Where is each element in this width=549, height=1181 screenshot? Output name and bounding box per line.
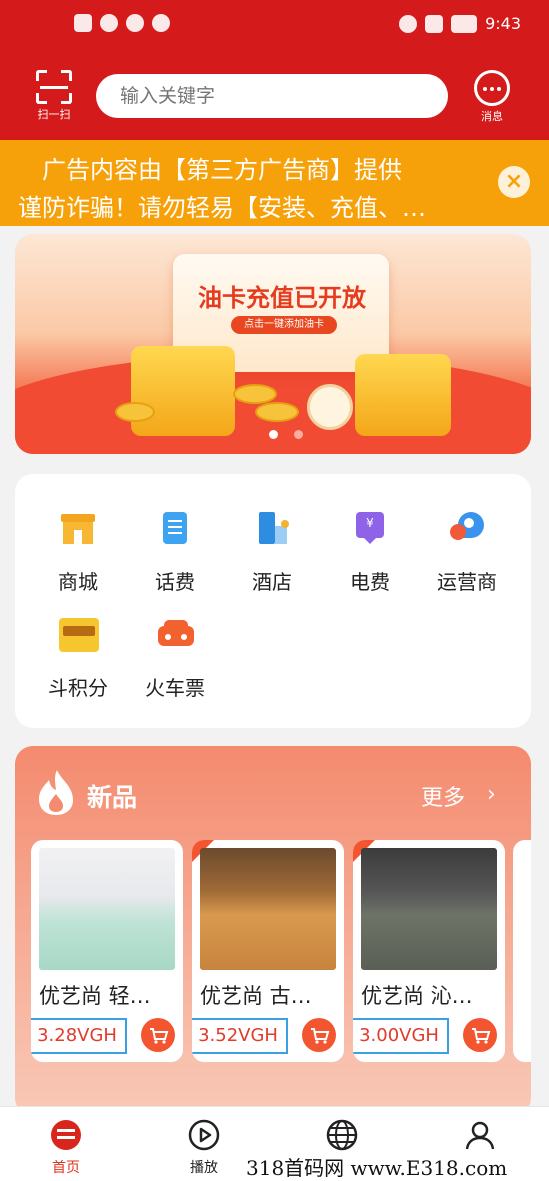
- close-icon[interactable]: ×: [498, 166, 530, 198]
- home-logo-icon: [50, 1119, 82, 1151]
- product-price: 3.00VGH: [353, 1018, 449, 1054]
- scan-icon: [36, 70, 72, 104]
- ad-notice-banner: 广告内容由【第三方广告商】提供 谨防诈骗！请勿轻易【安装、充值、… ×: [0, 140, 549, 226]
- battery-icon: [451, 14, 478, 33]
- product-image: [361, 848, 497, 970]
- product-name: 优艺尚 古…: [200, 984, 312, 1008]
- status-time: 9:43: [485, 14, 521, 33]
- service-label: 火车票: [145, 676, 205, 700]
- service-train-ticket[interactable]: 火车票: [130, 616, 220, 701]
- tab-play[interactable]: 播放: [164, 1119, 244, 1177]
- app-notification-icon: [152, 14, 170, 32]
- product-price: 3.28VGH: [31, 1018, 127, 1054]
- chevron-right-icon[interactable]: ›: [487, 782, 496, 807]
- cart-icon[interactable]: [302, 1018, 336, 1052]
- carousel-dots: [269, 430, 303, 439]
- shop-icon: [59, 510, 97, 548]
- product-card[interactable]: 优艺尚 古… 3.52VGH: [192, 840, 344, 1062]
- fuel-can-left-image: [131, 346, 235, 436]
- vibrate-icon: [425, 14, 444, 33]
- promo-carousel[interactable]: 油卡充值已开放 点击一键添加油卡: [15, 234, 531, 454]
- status-bar: 9:43: [0, 10, 549, 40]
- service-electricity[interactable]: ¥ 电费: [325, 510, 415, 595]
- product-image: [39, 848, 175, 970]
- flame-icon: [39, 770, 73, 815]
- operator-icon: [448, 510, 486, 548]
- hotel-icon: [253, 510, 291, 548]
- clock-image: [307, 384, 353, 430]
- message-button[interactable]: 消息: [472, 70, 512, 124]
- phone-bill-icon: [156, 510, 194, 548]
- notification-icon: [74, 14, 92, 32]
- product-card-partial[interactable]: [513, 840, 531, 1062]
- carousel-dot[interactable]: [269, 430, 278, 439]
- service-label: 电费: [350, 570, 390, 594]
- train-ticket-icon: [156, 616, 194, 654]
- tab-home[interactable]: 首页: [26, 1119, 106, 1177]
- coin-image: [255, 402, 299, 422]
- wifi-icon: [100, 14, 118, 32]
- app-header: 9:43 扫一扫 消息: [0, 0, 549, 140]
- service-hotel[interactable]: 酒店: [227, 510, 317, 595]
- link-icon: [126, 14, 144, 32]
- product-card[interactable]: 优艺尚 沁… 3.00VGH: [353, 840, 505, 1062]
- coin-image: [115, 402, 155, 422]
- search-input[interactable]: [96, 74, 448, 118]
- more-link[interactable]: 更多: [421, 780, 465, 812]
- new-products-section: 新品 更多 › 优艺尚 轻… 3.28VGH 优艺尚 古… 3.52VGH 优艺…: [15, 746, 531, 1116]
- product-name: 优艺尚 沁…: [361, 984, 473, 1008]
- tab-label: 播放: [190, 1160, 218, 1176]
- service-label: 酒店: [252, 570, 292, 594]
- service-label: 斗积分: [48, 676, 108, 700]
- electricity-icon: ¥: [351, 510, 389, 548]
- scan-button[interactable]: 扫一扫: [34, 70, 74, 121]
- cart-icon[interactable]: [463, 1018, 497, 1052]
- service-label: 话费: [155, 570, 195, 594]
- globe-icon: [326, 1119, 358, 1151]
- product-image: [200, 848, 336, 970]
- carousel-dot[interactable]: [294, 430, 303, 439]
- section-title: 新品: [87, 783, 138, 812]
- promo-subtitle: 点击一键添加油卡: [231, 316, 337, 334]
- services-grid: 商城 话费 酒店 ¥ 电费 运营商 斗积分 火车票: [15, 474, 531, 728]
- play-icon: [188, 1119, 220, 1151]
- service-label: 运营商: [437, 570, 497, 594]
- alarm-icon: [399, 14, 418, 33]
- service-points[interactable]: 斗积分: [33, 616, 123, 701]
- product-card[interactable]: 优艺尚 轻… 3.28VGH: [31, 840, 183, 1062]
- ad-notice-line2: 谨防诈骗！请勿轻易【安装、充值、…: [18, 194, 426, 222]
- service-label: 商城: [58, 570, 98, 594]
- watermark-text: 318首码网 www.E318.com: [246, 1156, 508, 1180]
- points-icon: [59, 616, 99, 654]
- coin-image: [233, 384, 277, 404]
- scan-label: 扫一扫: [37, 108, 71, 121]
- product-name: 优艺尚 轻…: [39, 984, 151, 1008]
- product-price: 3.52VGH: [192, 1018, 288, 1054]
- cart-icon[interactable]: [141, 1018, 175, 1052]
- tab-label: 首页: [52, 1160, 80, 1176]
- service-phone-bill[interactable]: 话费: [130, 510, 220, 595]
- promo-title: 油卡充值已开放: [198, 284, 366, 312]
- service-shop[interactable]: 商城: [33, 510, 123, 595]
- chat-bubble-icon: [474, 70, 510, 106]
- service-operator[interactable]: 运营商: [422, 510, 512, 595]
- fuel-can-right-image: [355, 354, 451, 436]
- ad-notice-line1: 广告内容由【第三方广告商】提供: [42, 156, 402, 184]
- user-icon: [464, 1119, 496, 1151]
- message-label: 消息: [481, 110, 503, 123]
